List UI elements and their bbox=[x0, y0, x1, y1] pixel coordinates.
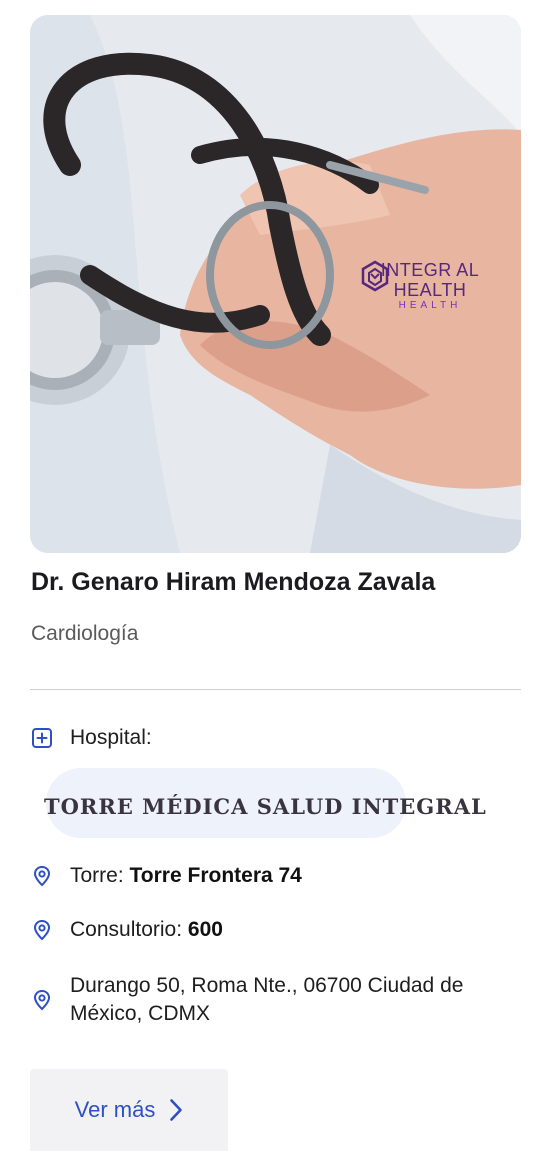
consultorio-row: Consultorio: 600 bbox=[31, 918, 223, 942]
map-pin-icon bbox=[33, 865, 51, 887]
logo-hexagon-icon bbox=[361, 260, 389, 292]
hospital-row: Hospital: bbox=[31, 726, 152, 750]
doctor-name: Dr. Genaro Hiram Mendoza Zavala bbox=[31, 568, 436, 596]
logo-line-3: HEALTH bbox=[398, 300, 462, 311]
torre-row: Torre: Torre Frontera 74 bbox=[31, 864, 302, 888]
consultorio-value: 600 bbox=[187, 918, 223, 941]
address-text: Durango 50, Roma Nte., 06700 Ciudad de M… bbox=[70, 974, 464, 1025]
address-row: Durango 50, Roma Nte., 06700 Ciudad de M… bbox=[31, 972, 530, 1028]
chevron-right-icon bbox=[170, 1099, 183, 1121]
doctor-photo: INTEGR AL HEALTH HEALTH bbox=[30, 15, 521, 553]
map-pin-icon bbox=[33, 919, 51, 941]
doctor-card: INTEGR AL HEALTH HEALTH Dr. Genaro Hiram… bbox=[0, 0, 559, 1154]
ver-mas-button[interactable]: Ver más bbox=[30, 1069, 228, 1151]
doctor-specialty: Cardiología bbox=[31, 622, 139, 645]
map-pin-icon bbox=[33, 989, 51, 1011]
consultorio-label: Consultorio: bbox=[70, 918, 183, 941]
torre-label: Torre: bbox=[70, 864, 124, 887]
ver-mas-label: Ver más bbox=[74, 1097, 156, 1122]
integral-health-logo: INTEGR AL HEALTH HEALTH bbox=[360, 260, 500, 312]
divider bbox=[30, 689, 521, 690]
hospital-name: TORRE MÉDICA SALUD INTEGRAL bbox=[44, 794, 487, 819]
hospital-label: Hospital: bbox=[70, 726, 152, 749]
torre-value: Torre Frontera 74 bbox=[129, 864, 302, 887]
plus-square-icon bbox=[32, 728, 52, 748]
